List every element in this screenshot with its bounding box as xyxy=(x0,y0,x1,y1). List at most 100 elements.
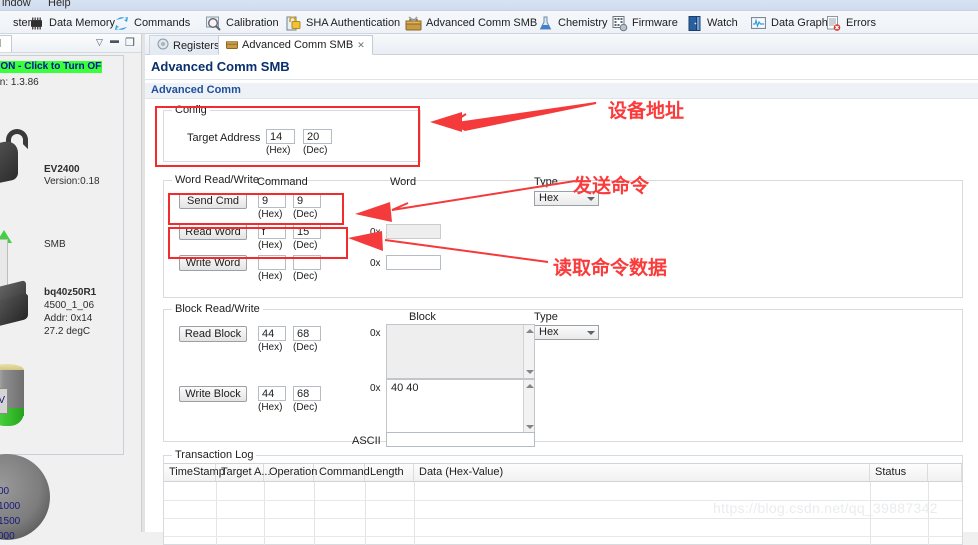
adapter-name: EV2400 xyxy=(44,164,80,175)
sidebar-maximize-icon[interactable]: ❒ xyxy=(125,36,135,49)
flask-icon xyxy=(537,15,554,32)
column-header-data[interactable]: Data (Hex-Value) xyxy=(414,464,870,481)
column-header-status[interactable]: Status xyxy=(870,464,928,481)
column-header-extra[interactable] xyxy=(928,464,962,481)
toolbar-label: Errors xyxy=(846,17,876,29)
block-type-select[interactable]: Hex xyxy=(534,325,599,340)
toolbar-item-chemistry[interactable]: Chemistry xyxy=(537,13,608,33)
table-row[interactable] xyxy=(164,536,962,537)
waveform-icon xyxy=(750,15,767,32)
sidebar-header: d ▽ ▬ ❒ xyxy=(0,34,145,53)
page-title: Advanced Comm SMB xyxy=(151,59,290,74)
device-temperature: 27.2 degC xyxy=(44,326,91,337)
title-divider xyxy=(145,79,978,80)
annotation-box-send-cmd xyxy=(168,193,344,225)
toolbar-label: Data Graph xyxy=(771,17,828,29)
ascii-input[interactable] xyxy=(386,432,535,447)
read-block-hex-input[interactable] xyxy=(258,326,286,341)
write-block-button[interactable]: Write Block xyxy=(179,386,247,402)
write-word-hex-note: (Hex) xyxy=(258,271,283,282)
transaction-log-header-row: TimeStamp Target A... Operation Command … xyxy=(164,464,962,482)
block-column-header: Block xyxy=(409,311,436,323)
gauge-tick-label: 1500 xyxy=(0,516,21,527)
tab-close-icon[interactable]: ✕ xyxy=(357,40,365,51)
toolbar-item-calibration[interactable]: Calibration xyxy=(205,13,279,33)
read-block-prefix: 0x xyxy=(370,328,381,339)
scroll-down-icon[interactable] xyxy=(526,370,534,374)
sidebar-menu-icon[interactable]: ▽ xyxy=(96,37,103,48)
write-block-prefix: 0x xyxy=(370,383,381,394)
write-word-prefix: 0x xyxy=(370,258,381,269)
column-header-timestamp[interactable]: TimeStamp xyxy=(164,464,225,481)
editor-tab-strip: Registers Advanced Comm SMB ✕ xyxy=(145,34,978,55)
column-header-operation[interactable]: Operation xyxy=(264,464,317,481)
read-block-dec-input[interactable] xyxy=(293,326,321,341)
toolbar-item-data-memory[interactable]: Data Memory xyxy=(28,13,115,33)
device-sidebar: d ▽ ▬ ❒ s ON - Click to Turn OFF ion: 1.… xyxy=(0,34,145,542)
gauge-tick-label: 1000 xyxy=(0,501,21,512)
toolbox-icon xyxy=(405,15,422,32)
block-type-column-header: Type xyxy=(534,311,558,323)
word-command-column-header: Command xyxy=(257,176,308,188)
toolbar-label: SHA Authentication xyxy=(306,17,401,29)
read-block-button[interactable]: Read Block xyxy=(179,326,247,342)
toolbar-item-sha-authentication[interactable]: SHA Authentication xyxy=(285,13,400,33)
sidebar-tab-stub[interactable]: d xyxy=(0,35,12,52)
write-block-hex-note: (Hex) xyxy=(258,402,283,413)
write-block-scrollbar[interactable] xyxy=(523,380,534,433)
toolbar-item-commands[interactable]: Commands xyxy=(113,13,190,33)
toolbar-label: Firmware xyxy=(632,17,678,29)
scroll-up-icon[interactable] xyxy=(526,384,534,388)
toolbar-item-errors[interactable]: Errors xyxy=(825,13,876,33)
tab-advanced-comm-smb[interactable]: Advanced Comm SMB ✕ xyxy=(218,35,373,55)
tab-registers[interactable]: Registers xyxy=(149,35,228,55)
grid-icon xyxy=(0,15,9,32)
device-firmware: 4500_1_06 xyxy=(44,300,95,311)
magnifier-icon xyxy=(205,15,222,32)
tab-label: Advanced Comm SMB xyxy=(242,39,354,51)
menu-bar: indow Help xyxy=(0,0,978,11)
main-toolbar: sters Data Memory Commands Calibration S… xyxy=(0,11,978,34)
annotation-box-read-word xyxy=(168,227,348,259)
app-version-label: ion: 1.3.86 xyxy=(0,77,39,88)
toolbox-tab-icon xyxy=(226,38,238,53)
scroll-up-icon[interactable] xyxy=(526,329,534,333)
write-block-dec-note: (Dec) xyxy=(293,402,318,413)
read-block-textarea[interactable] xyxy=(386,324,535,379)
firmware-chip-icon xyxy=(611,15,628,32)
toolbar-label: Advanced Comm SMB xyxy=(426,17,538,29)
toolbar-item-watch[interactable]: Watch xyxy=(686,13,738,33)
toolbar-label: Chemistry xyxy=(558,17,608,29)
connection-status-banner[interactable]: s ON - Click to Turn OFF xyxy=(0,61,102,73)
ascii-label: ASCII xyxy=(352,435,381,447)
toolbar-label: Calibration xyxy=(226,17,279,29)
column-header-target-addr[interactable]: Target A... xyxy=(216,464,271,481)
transaction-log-label: Transaction Log xyxy=(172,449,257,461)
read-word-value-input[interactable] xyxy=(386,224,441,239)
write-block-dec-input[interactable] xyxy=(293,386,321,401)
write-block-textarea[interactable]: 40 40 xyxy=(386,379,535,434)
read-block-scrollbar[interactable] xyxy=(523,325,534,378)
sidebar-minimize-icon[interactable]: ▬ xyxy=(110,35,119,45)
annotation-box-config xyxy=(155,106,420,167)
scroll-down-icon[interactable] xyxy=(526,425,534,429)
column-header-command[interactable]: Command xyxy=(314,464,370,481)
toolbar-item-data-graph[interactable]: Data Graph xyxy=(750,13,828,33)
menu-item-help[interactable]: Help xyxy=(48,0,71,9)
write-block-hex-input[interactable] xyxy=(258,386,286,401)
word-type-value: Hex xyxy=(539,192,559,204)
door-icon xyxy=(686,15,703,32)
toolbar-item-firmware[interactable]: Firmware xyxy=(611,13,678,33)
column-header-length[interactable]: Length xyxy=(365,464,414,481)
table-row[interactable] xyxy=(164,518,962,519)
adapter-version: Version:0.18 xyxy=(44,176,100,187)
battery-pack-graphic xyxy=(0,279,38,331)
error-doc-icon xyxy=(825,15,842,32)
menu-item-window[interactable]: indow xyxy=(2,0,31,9)
toolbar-label: Data Memory xyxy=(49,17,116,29)
toolbar-item-advanced-comm-smb[interactable]: Advanced Comm SMB xyxy=(405,13,537,33)
write-word-value-input[interactable] xyxy=(386,255,441,270)
toolbar-label: Watch xyxy=(707,17,738,29)
current-gauge-graphic xyxy=(0,454,50,540)
watermark-text: https://blog.csdn.net/qq_39887342 xyxy=(713,500,938,516)
